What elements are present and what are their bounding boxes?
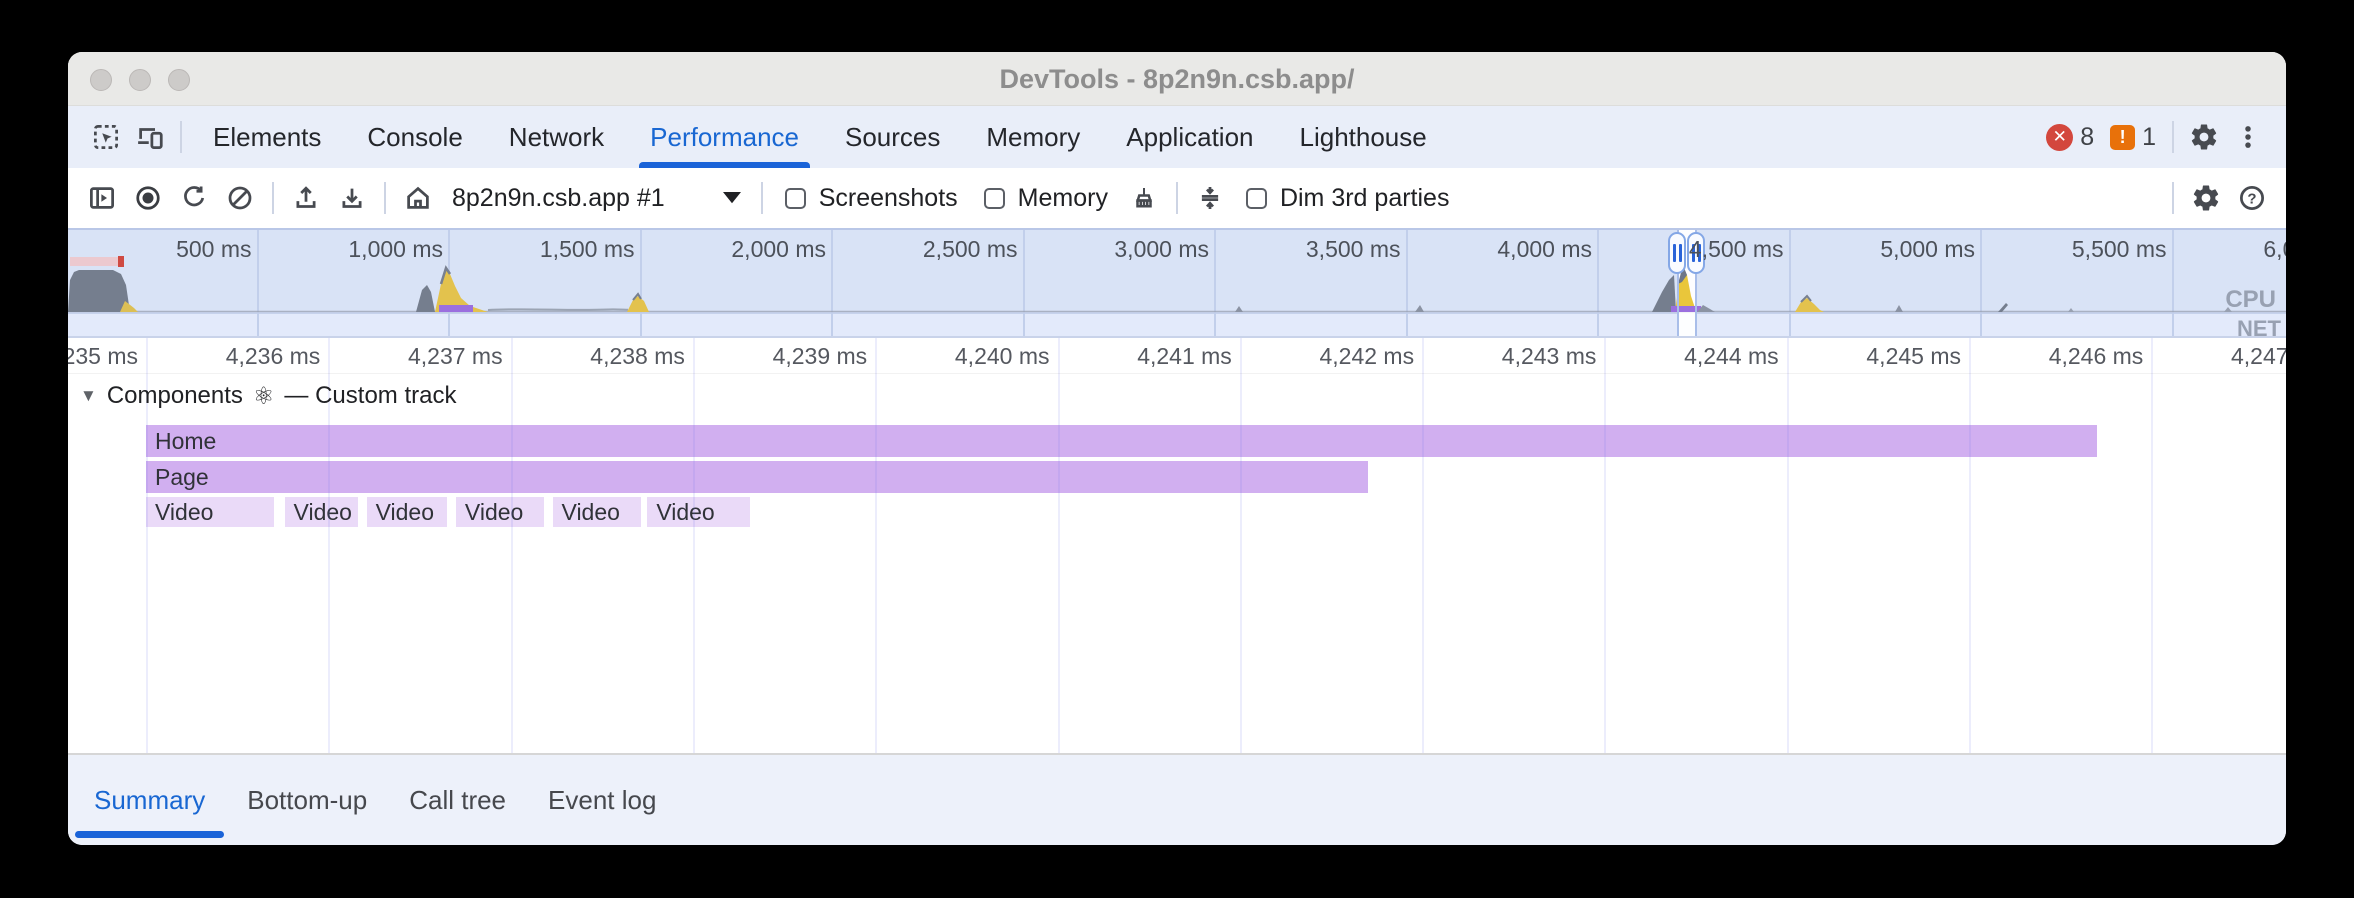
ruler-tick-label: 4,247 ms	[2196, 343, 2286, 370]
ruler-tick-label: 4,238 ms	[555, 343, 685, 370]
grip-icon	[1698, 244, 1701, 262]
ruler-tick-label: 4,243 ms	[1466, 343, 1596, 370]
track-entry-video[interactable]: Video	[553, 497, 641, 527]
target-selector-dropdown[interactable]: 8p2n9n.csb.app #1	[452, 184, 741, 213]
net-lane-label: NET	[2237, 316, 2281, 338]
divider	[2172, 121, 2174, 153]
ruler-tick-label: 4,236 ms	[190, 343, 320, 370]
checkbox-box	[984, 188, 1005, 209]
settings-gear-icon[interactable]	[2182, 115, 2226, 159]
warning-icon: !	[2110, 125, 2135, 150]
collect-garbage-brush-icon[interactable]	[1122, 176, 1166, 220]
track-entry-video[interactable]: Video	[146, 497, 274, 527]
react-atom-icon: ⚛	[253, 382, 275, 410]
selection-right-handle[interactable]	[1687, 232, 1705, 274]
active-drawer-tab-indicator	[75, 831, 224, 838]
performance-toolbar: 8p2n9n.csb.app #1 Screenshots Memory	[68, 168, 2286, 228]
memory-checkbox[interactable]: Memory	[984, 184, 1108, 213]
divider	[761, 182, 763, 214]
tab-elements[interactable]: Elements	[190, 106, 344, 168]
titlebar[interactable]: DevTools - 8p2n9n.csb.app/	[68, 52, 2286, 106]
record-and-reload-icon[interactable]	[172, 176, 216, 220]
home-icon[interactable]	[396, 176, 440, 220]
collapse-triangle-icon[interactable]: ▼	[80, 386, 97, 406]
drawer-tab-bottom-up[interactable]: Bottom-up	[226, 755, 388, 845]
timeline-ruler: 4,235 ms 4,236 ms 4,237 ms 4,238 ms 4,239 ms…	[68, 338, 2286, 374]
divider	[180, 121, 182, 153]
collapse-flame-icon[interactable]	[1188, 176, 1232, 220]
console-errors-badge[interactable]: ✕ 8	[2046, 123, 2094, 152]
grip-icon	[1692, 244, 1695, 262]
checkbox-box	[785, 188, 806, 209]
ruler-tick-label: 4,237 ms	[373, 343, 503, 370]
tab-network[interactable]: Network	[486, 106, 627, 168]
tab-memory[interactable]: Memory	[963, 106, 1103, 168]
desktop-background: DevTools - 8p2n9n.csb.app/ ElementsConso…	[0, 0, 2354, 898]
grip-icon	[1673, 244, 1676, 262]
drawer-tabbar: SummaryBottom-upCall treeEvent log	[68, 753, 2286, 845]
selection-left-handle[interactable]	[1668, 232, 1686, 274]
capture-settings-gear-icon[interactable]	[2184, 176, 2228, 220]
divider	[2172, 182, 2174, 214]
grip-icon	[1679, 244, 1682, 262]
timeline-detail[interactable]: HomePageVideoVideoVideoVideoVideoVideo 4…	[68, 338, 2286, 753]
ruler-tick-label: 4,239 ms	[737, 343, 867, 370]
tab-lighthouse[interactable]: Lighthouse	[1277, 106, 1450, 168]
drawer-tab-call-tree[interactable]: Call tree	[388, 755, 527, 845]
clear-recording-icon[interactable]	[218, 176, 262, 220]
track-entry-video[interactable]: Video	[285, 497, 359, 527]
custom-track-header[interactable]: ▼ Components ⚛ — Custom track	[80, 382, 456, 410]
window-title: DevTools - 8p2n9n.csb.app/	[68, 52, 2286, 106]
ruler-tick-label: 4,241 ms	[1102, 343, 1232, 370]
track-subtitle: — Custom track	[284, 382, 456, 410]
track-entry-video[interactable]: Video	[456, 497, 544, 527]
ruler-tick-label: 4,242 ms	[1284, 343, 1414, 370]
record-icon[interactable]	[126, 176, 170, 220]
tab-application[interactable]: Application	[1103, 106, 1276, 168]
chevron-down-icon	[723, 192, 741, 204]
error-count: 8	[2080, 123, 2094, 152]
more-options-kebab-icon[interactable]	[2226, 115, 2270, 159]
ruler-tick-label: 4,240 ms	[920, 343, 1050, 370]
console-warnings-badge[interactable]: ! 1	[2110, 123, 2156, 152]
svg-text:?: ?	[2247, 191, 2256, 208]
toggle-sidebar-icon[interactable]	[80, 176, 124, 220]
ruler-tick-label: 4,245 ms	[1831, 343, 1961, 370]
devtools-tabbar: ElementsConsoleNetworkPerformanceSources…	[68, 106, 2286, 168]
divider	[272, 182, 274, 214]
track-entry-video[interactable]: Video	[647, 497, 750, 527]
track-entry-video[interactable]: Video	[367, 497, 448, 527]
tab-sources[interactable]: Sources	[822, 106, 963, 168]
ruler-tick-label: 4,244 ms	[1649, 343, 1779, 370]
checkbox-box	[1246, 188, 1267, 209]
error-icon: ✕	[2046, 124, 2073, 151]
devtools-window: DevTools - 8p2n9n.csb.app/ ElementsConso…	[68, 52, 2286, 845]
upload-profile-icon[interactable]	[284, 176, 328, 220]
inspect-element-icon[interactable]	[84, 115, 128, 159]
dim-3rd-parties-checkbox[interactable]: Dim 3rd parties	[1246, 184, 1450, 213]
track-entry-page[interactable]: Page	[146, 461, 1368, 493]
warning-count: 1	[2142, 123, 2156, 152]
drawer-tab-summary[interactable]: Summary	[73, 755, 226, 845]
device-toolbar-icon[interactable]	[128, 115, 172, 159]
divider	[384, 182, 386, 214]
target-label: 8p2n9n.csb.app #1	[452, 184, 665, 213]
panel-tabs: ElementsConsoleNetworkPerformanceSources…	[190, 106, 1450, 168]
ruler-tick-label: 4,246 ms	[2013, 343, 2143, 370]
track-entry-home[interactable]: Home	[146, 425, 2097, 457]
drawer-tab-event-log[interactable]: Event log	[527, 755, 677, 845]
download-profile-icon[interactable]	[330, 176, 374, 220]
track-title: Components	[107, 382, 243, 410]
divider	[1176, 182, 1178, 214]
ruler-tick-label: 4,235 ms	[68, 343, 138, 370]
help-icon[interactable]: ?	[2230, 176, 2274, 220]
tab-performance[interactable]: Performance	[627, 106, 822, 168]
cpu-activity-graph	[68, 230, 2286, 338]
tab-console[interactable]: Console	[344, 106, 485, 168]
active-tab-indicator	[639, 162, 810, 168]
screenshots-checkbox[interactable]: Screenshots	[785, 184, 958, 213]
cpu-lane-label: CPU	[2225, 286, 2276, 314]
timeline-overview[interactable]: 500 ms1,000 ms1,500 ms2,000 ms2,500 ms3,…	[68, 228, 2286, 338]
